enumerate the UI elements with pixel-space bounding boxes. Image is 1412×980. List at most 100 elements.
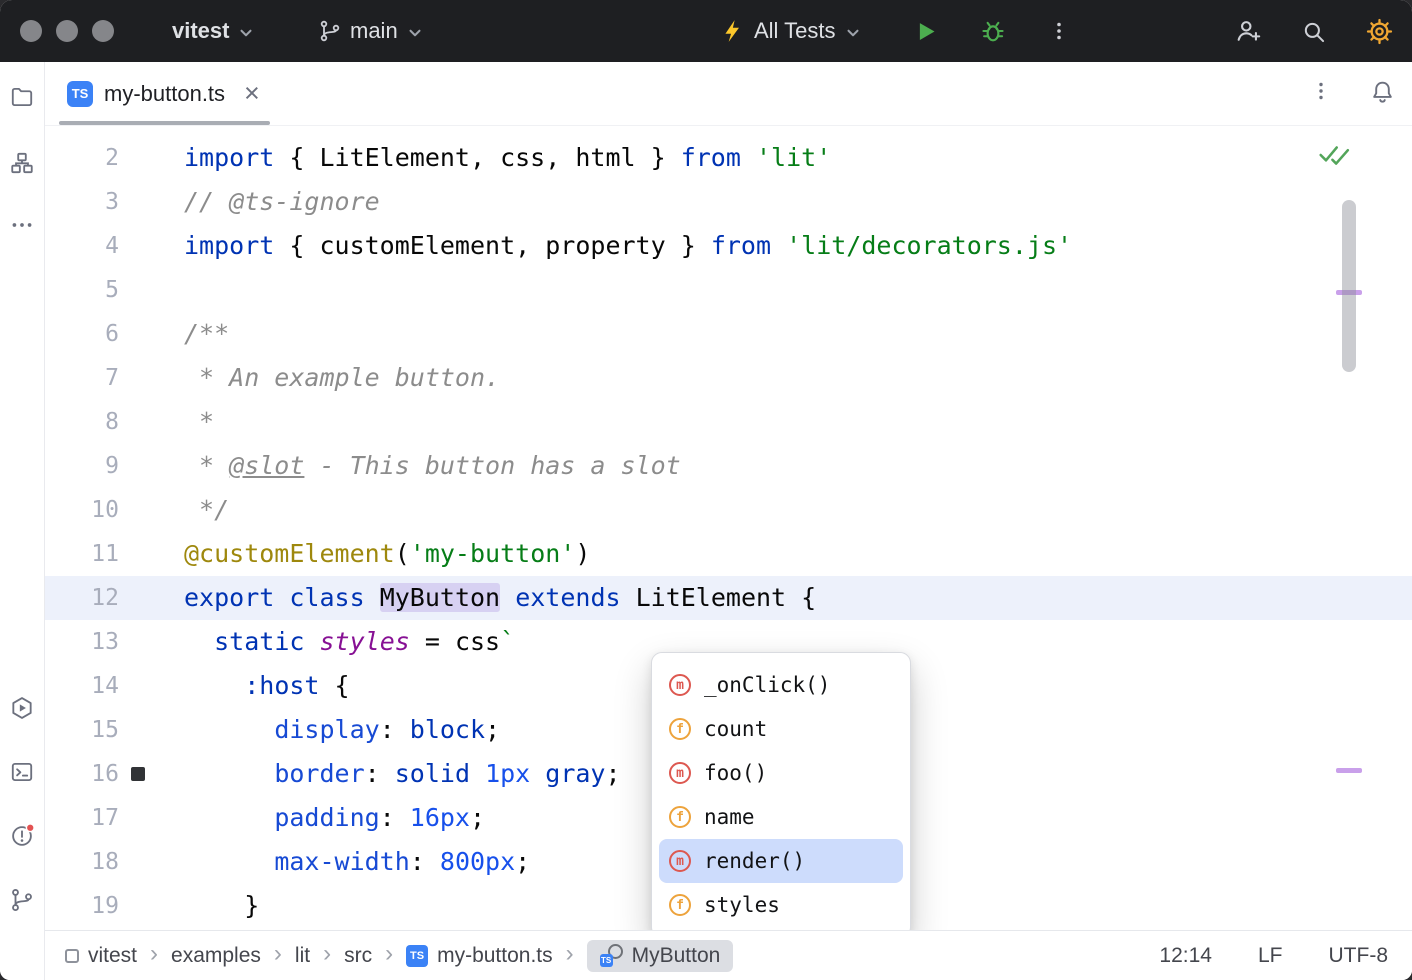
gutter-icon-area bbox=[119, 708, 174, 752]
chevron-down-icon bbox=[844, 24, 862, 42]
line-number: 10 bbox=[45, 488, 119, 532]
status-bar: vitest›examples›lit›src›TSmy-button.ts›T… bbox=[45, 930, 1412, 980]
structure-icon[interactable] bbox=[9, 150, 35, 176]
search-everywhere-button[interactable] bbox=[1300, 18, 1327, 45]
gutter-cell[interactable]: 2 bbox=[45, 136, 174, 180]
scrollbar-thumb[interactable] bbox=[1342, 200, 1356, 372]
structure-popup-item[interactable]: mrender() bbox=[659, 839, 903, 883]
gutter-cell[interactable]: 12 bbox=[45, 576, 174, 620]
gutter-cell[interactable]: 9 bbox=[45, 444, 174, 488]
gutter-cell[interactable]: 15 bbox=[45, 708, 174, 752]
version-control-icon[interactable] bbox=[9, 887, 35, 913]
code-line[interactable]: 11@customElement('my-button') bbox=[45, 532, 1412, 576]
method-icon: m bbox=[669, 674, 691, 696]
gutter-cell[interactable]: 11 bbox=[45, 532, 174, 576]
code-line[interactable]: 6/** bbox=[45, 312, 1412, 356]
structure-popup-item[interactable]: fcount bbox=[659, 707, 903, 751]
line-number: 2 bbox=[45, 136, 119, 180]
gutter-cell[interactable]: 8 bbox=[45, 400, 174, 444]
ide-window: vitest main All Tests bbox=[0, 0, 1412, 980]
run-configuration-selector[interactable]: All Tests bbox=[720, 18, 862, 44]
debug-button[interactable] bbox=[979, 17, 1007, 45]
gutter-cell[interactable]: 14 bbox=[45, 664, 174, 708]
code-line[interactable]: 10 */ bbox=[45, 488, 1412, 532]
code-editor[interactable]: 2import { LitElement, css, html } from '… bbox=[45, 126, 1412, 930]
structure-popup-item[interactable]: fname bbox=[659, 795, 903, 839]
line-number: 14 bbox=[45, 664, 119, 708]
gutter-cell[interactable]: 13 bbox=[45, 620, 174, 664]
chevron-down-icon bbox=[406, 24, 424, 42]
code-text: * An example button. bbox=[174, 356, 500, 400]
breadcrumb-MyButton[interactable]: TSMyButton bbox=[587, 940, 734, 972]
notifications-bell-icon[interactable] bbox=[1369, 78, 1396, 110]
more-actions-button[interactable] bbox=[1047, 19, 1071, 43]
gutter-cell[interactable]: 19 bbox=[45, 884, 174, 928]
more-tool-windows-icon[interactable] bbox=[9, 212, 35, 238]
line-number: 18 bbox=[45, 840, 119, 884]
file-encoding[interactable]: UTF-8 bbox=[1329, 944, 1389, 968]
gutter-icon-area bbox=[119, 488, 174, 532]
caret-position[interactable]: 12:14 bbox=[1159, 944, 1212, 968]
gutter-icon-area bbox=[119, 356, 174, 400]
structure-popup-item[interactable]: m_onClick() bbox=[659, 663, 903, 707]
code-line[interactable]: 7 * An example button. bbox=[45, 356, 1412, 400]
editor-tab-my-button[interactable]: TS my-button.ts × bbox=[59, 62, 270, 125]
code-text: display: block; bbox=[174, 708, 500, 752]
window-zoom-button[interactable] bbox=[92, 20, 114, 42]
tab-close-icon[interactable]: × bbox=[244, 80, 260, 107]
gutter-cell[interactable]: 6 bbox=[45, 312, 174, 356]
project-selector[interactable]: vitest bbox=[172, 18, 255, 44]
window-minimize-button[interactable] bbox=[56, 20, 78, 42]
run-button[interactable] bbox=[912, 18, 939, 45]
code-text: :host { bbox=[174, 664, 350, 708]
branch-name: main bbox=[350, 18, 398, 44]
breadcrumb-src[interactable]: src bbox=[344, 944, 372, 968]
code-text: */ bbox=[174, 488, 229, 532]
breadcrumb-my-button.ts[interactable]: TSmy-button.ts bbox=[406, 944, 553, 968]
breadcrumb-examples[interactable]: examples bbox=[171, 944, 261, 968]
tab-options-icon[interactable] bbox=[1309, 79, 1333, 108]
gutter-icon-area bbox=[119, 268, 174, 312]
line-separator[interactable]: LF bbox=[1258, 944, 1283, 968]
gutter-cell[interactable]: 5 bbox=[45, 268, 174, 312]
code-line[interactable]: 2import { LitElement, css, html } from '… bbox=[45, 136, 1412, 180]
editor-scrollbar[interactable] bbox=[1336, 126, 1362, 930]
problems-icon[interactable] bbox=[9, 823, 35, 849]
gutter-icon-area bbox=[119, 532, 174, 576]
code-text: @customElement('my-button') bbox=[174, 532, 590, 576]
project-folder-icon[interactable] bbox=[9, 84, 35, 110]
window-close-button[interactable] bbox=[20, 20, 42, 42]
line-number: 12 bbox=[45, 576, 119, 620]
code-line[interactable]: 8 * bbox=[45, 400, 1412, 444]
breadcrumb-lit[interactable]: lit bbox=[295, 944, 310, 968]
popup-item-label: name bbox=[704, 805, 755, 829]
code-with-me-button[interactable] bbox=[1234, 17, 1262, 45]
terminal-icon[interactable] bbox=[9, 759, 35, 785]
code-line[interactable]: 9 * @slot - This button has a slot bbox=[45, 444, 1412, 488]
code-line[interactable]: 3// @ts-ignore bbox=[45, 180, 1412, 224]
structure-popup-item[interactable]: mfoo() bbox=[659, 751, 903, 795]
gutter-cell[interactable]: 4 bbox=[45, 224, 174, 268]
structure-popup-list: m_onClick()fcountmfoo()fnamemrender()fst… bbox=[652, 663, 910, 927]
gutter-cell[interactable]: 17 bbox=[45, 796, 174, 840]
code-text: * bbox=[174, 400, 214, 444]
gutter-cell[interactable]: 3 bbox=[45, 180, 174, 224]
code-line[interactable]: 5 bbox=[45, 268, 1412, 312]
code-line[interactable]: 12export class MyButton extends LitEleme… bbox=[45, 576, 1412, 620]
gutter-cell[interactable]: 16 bbox=[45, 752, 174, 796]
gutter-icon-area bbox=[119, 796, 174, 840]
field-icon: f bbox=[669, 718, 691, 740]
gutter-cell[interactable]: 7 bbox=[45, 356, 174, 400]
breadcrumb-vitest[interactable]: vitest bbox=[65, 944, 137, 968]
services-icon[interactable] bbox=[9, 695, 35, 721]
gutter-cell[interactable]: 18 bbox=[45, 840, 174, 884]
bookmark-icon[interactable] bbox=[131, 767, 145, 781]
code-text: // @ts-ignore bbox=[174, 180, 380, 224]
structure-popup-item[interactable]: fstyles bbox=[659, 883, 903, 927]
breadcrumb-separator: › bbox=[274, 942, 282, 966]
code-line[interactable]: 4import { customElement, property } from… bbox=[45, 224, 1412, 268]
line-number: 7 bbox=[45, 356, 119, 400]
branch-selector[interactable]: main bbox=[318, 18, 424, 44]
settings-gear-icon[interactable] bbox=[1365, 17, 1394, 46]
gutter-cell[interactable]: 10 bbox=[45, 488, 174, 532]
